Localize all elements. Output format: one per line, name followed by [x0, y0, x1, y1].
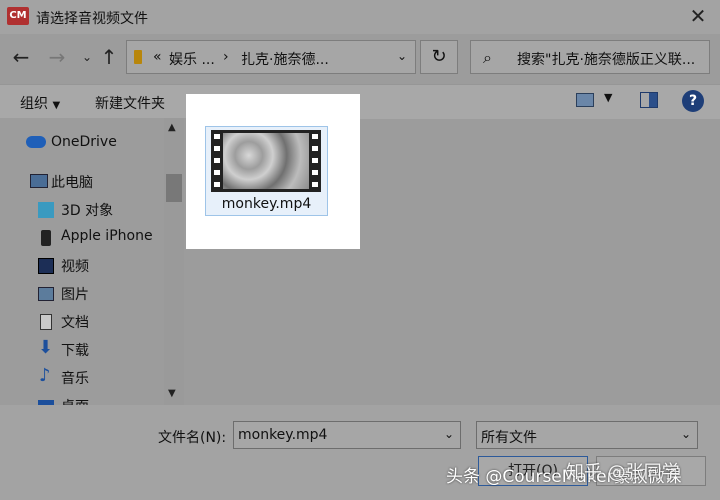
sidebar-item-desktop[interactable]: 桌面 [61, 396, 89, 405]
watermark-zhihu: 知乎 @张同学 [566, 462, 680, 483]
video-thumbnail[interactable] [211, 130, 321, 192]
breadcrumb-item-entertainment[interactable]: 娱乐 ... [169, 49, 215, 69]
help-icon[interactable]: ? [682, 90, 704, 112]
film-perforation [312, 182, 318, 187]
3d-objects-icon [38, 202, 54, 218]
sidebar-item-documents[interactable]: 文档 [61, 312, 89, 332]
film-perforation [214, 158, 220, 163]
film-perforation [214, 146, 220, 151]
filetype-select[interactable]: 所有文件 ⌄ [476, 421, 698, 449]
view-mode-dropdown-icon[interactable]: ▼ [604, 91, 612, 104]
downloads-arrow-icon: ⬇ [38, 337, 54, 358]
filename-dropdown-chevron-icon[interactable]: ⌄ [444, 427, 454, 441]
app-icon: CM [7, 7, 29, 25]
recent-locations-chevron-icon[interactable]: ⌄ [76, 44, 98, 70]
close-icon[interactable]: ✕ [686, 4, 710, 28]
sidebar-item-pictures[interactable]: 图片 [61, 284, 89, 304]
sidebar-item-this-pc[interactable]: 此电脑 [51, 172, 93, 192]
refresh-icon: ↻ [431, 46, 447, 67]
videos-icon [38, 258, 54, 274]
sidebar-item-onedrive[interactable]: OneDrive [51, 134, 117, 150]
new-folder-button[interactable]: 新建文件夹 [95, 93, 165, 113]
filetype-dropdown-chevron-icon[interactable]: ⌄ [681, 427, 691, 441]
organize-label: 组织 [20, 96, 48, 112]
address-bar[interactable]: « 娱乐 ... › 扎克·施奈德... ⌄ [126, 40, 416, 74]
address-dropdown-chevron-icon[interactable]: ⌄ [397, 49, 407, 63]
film-perforation [214, 134, 220, 139]
onedrive-cloud-icon [26, 136, 46, 148]
film-perforation [312, 170, 318, 175]
up-arrow-icon[interactable]: ↑ [98, 44, 120, 70]
film-perforation [312, 146, 318, 151]
dialog-title: 请选择音视频文件 [36, 11, 148, 27]
organize-button[interactable]: 组织 ▼ [20, 93, 60, 113]
view-mode-icon[interactable] [576, 93, 594, 107]
navigation-pane: OneDrive 此电脑 3D 对象 Apple iPhone 视频 图片 文档… [0, 118, 186, 405]
documents-icon [40, 314, 52, 330]
scrollbar-thumb[interactable] [166, 174, 182, 202]
breadcrumb-overflow[interactable]: « [153, 49, 162, 65]
organize-dropdown-icon: ▼ [52, 100, 61, 111]
sidebar-item-apple-iphone[interactable]: Apple iPhone [61, 228, 153, 244]
forward-arrow-icon[interactable]: → [46, 44, 68, 70]
film-perforation [214, 170, 220, 175]
filename-label: 文件名(N): [158, 430, 227, 446]
sidebar-item-downloads[interactable]: 下载 [61, 340, 89, 360]
video-frame-preview [223, 133, 309, 189]
sidebar-item-videos[interactable]: 视频 [61, 256, 89, 276]
back-arrow-icon[interactable]: ← [10, 44, 32, 70]
sidebar-item-3d-objects[interactable]: 3D 对象 [61, 200, 113, 220]
scroll-up-arrow-icon[interactable]: ▲ [168, 122, 176, 133]
music-note-icon: ♪ [39, 365, 51, 386]
preview-pane-icon[interactable] [640, 92, 658, 108]
film-perforation [312, 158, 318, 163]
pictures-icon [38, 287, 54, 301]
this-pc-icon [30, 174, 48, 188]
film-perforation [312, 134, 318, 139]
navigation-scrollbar[interactable]: ▲ ▼ [164, 118, 184, 405]
film-perforation [214, 182, 220, 187]
filename-value: monkey.mp4 [238, 427, 328, 443]
search-icon: ⌕ [483, 48, 492, 67]
iphone-icon [41, 230, 51, 246]
filetype-value: 所有文件 [481, 430, 537, 446]
search-box[interactable]: ⌕ 搜索"扎克·施奈德版正义联... [470, 40, 710, 74]
refresh-button[interactable]: ↻ [420, 40, 458, 74]
title-bar: CM 请选择音视频文件 ✕ [0, 0, 720, 34]
file-open-dialog: CM 请选择音视频文件 ✕ ← → ⌄ ↑ « 娱乐 ... › 扎克·施奈德.… [0, 0, 720, 500]
breadcrumb-separator: › [223, 49, 229, 65]
sidebar-item-music[interactable]: 音乐 [61, 368, 89, 388]
scroll-down-arrow-icon[interactable]: ▼ [168, 388, 176, 399]
filename-input[interactable]: monkey.mp4 ⌄ [233, 421, 461, 449]
breadcrumb-item-current-folder[interactable]: 扎克·施奈德... [241, 49, 329, 69]
file-name-label[interactable]: monkey.mp4 [205, 196, 328, 212]
folder-icon [134, 50, 142, 64]
search-placeholder: 搜索"扎克·施奈德版正义联... [517, 52, 696, 68]
